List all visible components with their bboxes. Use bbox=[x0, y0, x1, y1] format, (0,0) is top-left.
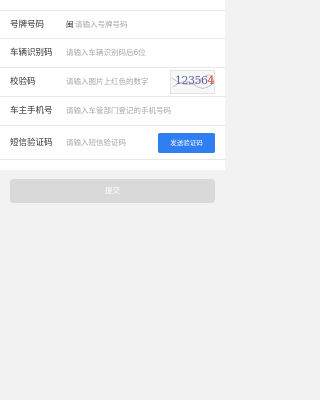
captcha-image[interactable]: 1235643 bbox=[170, 70, 215, 94]
vin-label: 车辆识别码 bbox=[10, 48, 53, 58]
sms-code-input[interactable] bbox=[66, 136, 151, 150]
plate-row: 号牌号码 闽 bbox=[0, 10, 225, 39]
vin-input[interactable] bbox=[66, 46, 216, 60]
plate-number-input[interactable] bbox=[75, 18, 215, 32]
phone-label: 车主手机号 bbox=[10, 106, 53, 116]
sms-row: 短信验证码 发送验证码 bbox=[0, 126, 225, 160]
send-sms-button[interactable]: 发送验证码 bbox=[158, 133, 215, 153]
captcha-input[interactable] bbox=[66, 75, 166, 89]
captcha-row: 校验码 1235643 bbox=[0, 68, 225, 97]
phone-row: 车主手机号 bbox=[0, 97, 225, 126]
captcha-text: 1235643 bbox=[175, 74, 214, 87]
phone-input[interactable] bbox=[66, 104, 216, 118]
plate-province-prefix[interactable]: 闽 bbox=[66, 18, 74, 32]
captcha-label: 校验码 bbox=[10, 77, 36, 87]
form-card: 号牌号码 闽 车辆识别码 校验码 1235643 车主手机号 短信验证码 发送验… bbox=[0, 0, 225, 170]
vin-row: 车辆识别码 bbox=[0, 39, 225, 68]
sms-label: 短信验证码 bbox=[10, 138, 53, 148]
plate-label: 号牌号码 bbox=[10, 20, 45, 30]
submit-button[interactable]: 提交 bbox=[10, 179, 215, 203]
